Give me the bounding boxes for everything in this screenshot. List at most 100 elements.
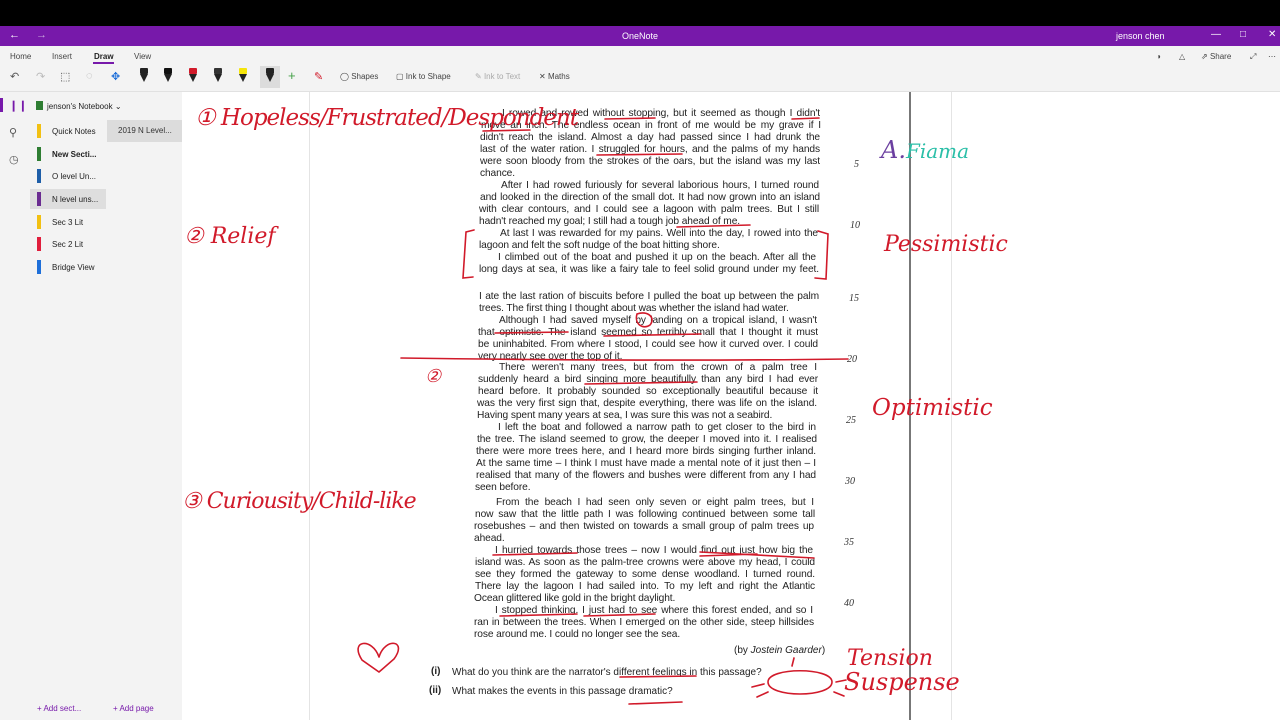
tab-draw[interactable]: Draw xyxy=(94,52,114,61)
tab-home[interactable]: Home xyxy=(10,52,31,61)
left-rail: ❙❙ ⚲ ◷ xyxy=(0,92,30,720)
search-icon[interactable]: ⚲ xyxy=(9,126,17,139)
ink-bracket xyxy=(814,230,829,280)
page-canvas[interactable]: I rowed and rowed without stopping, but … xyxy=(182,92,1280,720)
close-icon[interactable]: ✕ xyxy=(1268,29,1276,40)
section-item[interactable]: Sec 2 Lit xyxy=(30,234,106,254)
ink-sun-ray xyxy=(791,657,795,667)
page-item-selected[interactable]: 2019 N Level... xyxy=(107,120,182,142)
ink-circle xyxy=(635,312,653,328)
notebooks-icon[interactable]: ❙❙ xyxy=(9,99,27,112)
pen-dark[interactable] xyxy=(212,68,224,84)
pen-black[interactable] xyxy=(162,68,174,84)
ink-pessimistic: Pessimistic xyxy=(884,232,1008,257)
navigation-pane: jenson's Notebook ⌄ Quick Notes New Sect… xyxy=(30,92,182,720)
section-label: Sec 3 Lit xyxy=(52,218,84,227)
ink-sun-ray xyxy=(833,691,845,697)
window-title: OneNote xyxy=(621,31,659,41)
ink-to-text-button[interactable]: ✎ Ink to Text xyxy=(475,72,520,81)
ink-underline xyxy=(499,613,578,617)
maximize-icon[interactable]: □ xyxy=(1240,29,1246,40)
section-label: Sec 2 Lit xyxy=(52,240,84,249)
ink-sun-ray xyxy=(751,683,765,688)
redo-icon[interactable]: ↷ xyxy=(36,70,45,83)
ink-underline xyxy=(619,675,697,678)
section-item-selected[interactable]: N level uns... xyxy=(30,189,106,209)
ink-optimistic: Optimistic xyxy=(872,395,993,421)
tab-view[interactable]: View xyxy=(134,52,151,61)
lightbulb-icon[interactable]: ◑ xyxy=(1156,52,1161,61)
add-page-button[interactable]: + Add page xyxy=(113,704,154,713)
user-name[interactable]: jenson chen xyxy=(1116,31,1165,41)
pen-selected[interactable] xyxy=(264,68,276,84)
share-button[interactable]: ⇗ Share xyxy=(1201,52,1231,61)
add-section-button[interactable]: + Add sect... xyxy=(37,704,81,713)
minimize-icon[interactable]: — xyxy=(1211,29,1221,40)
section-color-tab xyxy=(37,192,41,206)
ink-circled-number: ② xyxy=(425,366,442,387)
ink-layer xyxy=(357,117,849,705)
pen-red[interactable] xyxy=(187,68,199,84)
add-space-icon[interactable]: ✥ xyxy=(111,70,120,83)
section-item[interactable]: Quick Notes xyxy=(30,121,106,141)
ink-underline xyxy=(676,224,751,228)
ink-bracket xyxy=(462,229,475,279)
shapes-label: Shapes xyxy=(351,72,379,81)
section-color-tab xyxy=(37,169,41,183)
maths-label: Maths xyxy=(547,72,570,81)
ink-feeling-1: ① Hopeless/Frustrated/Despondent xyxy=(195,105,579,131)
section-item[interactable]: New Secti... xyxy=(30,144,106,164)
ink-underline xyxy=(628,701,683,705)
add-pen-icon[interactable]: + xyxy=(288,68,296,83)
more-icon[interactable]: ⋯ xyxy=(1268,52,1276,61)
section-color-tab xyxy=(37,215,41,229)
ink-to-shape-icon: ▢ xyxy=(396,72,404,81)
ink-to-text-icon: ✎ xyxy=(475,72,482,81)
ink-heart xyxy=(357,642,400,674)
notebook-icon xyxy=(36,101,43,110)
bell-icon[interactable]: △ xyxy=(1179,52,1185,61)
section-color-tab xyxy=(37,147,41,161)
shapes-icon: ◯ xyxy=(340,72,349,81)
ink-underline xyxy=(603,333,702,337)
section-item[interactable]: Sec 3 Lit xyxy=(30,212,106,232)
recent-icon[interactable]: ◷ xyxy=(9,153,19,166)
share-label: Share xyxy=(1209,52,1232,61)
fullscreen-icon[interactable]: ⤢ xyxy=(1250,52,1256,62)
lasso-select-icon[interactable]: ⬚ xyxy=(60,70,70,83)
rail-active-indicator xyxy=(0,98,3,112)
section-label: O level Un... xyxy=(52,172,97,181)
eraser-icon[interactable]: ◌ xyxy=(86,70,93,82)
pen-black-fine[interactable] xyxy=(138,68,150,84)
ink-suspense: Suspense xyxy=(844,668,960,696)
undo-icon[interactable]: ↶ xyxy=(10,70,19,83)
ink-sun-ray xyxy=(756,691,769,698)
ribbon: Home Insert Draw View ◑ △ ⇗ Share ⤢ ⋯ ↶ … xyxy=(0,46,1280,92)
ink-answer-letter: A. xyxy=(881,136,906,164)
section-label: Bridge View xyxy=(52,263,95,272)
maths-button[interactable]: ✕ Maths xyxy=(539,72,570,81)
notebook-name: jenson's Notebook xyxy=(47,102,113,111)
add-page-label: Add page xyxy=(119,704,154,713)
ink-underline xyxy=(604,117,656,120)
highlighter-yellow[interactable] xyxy=(237,68,249,84)
ink-green-word: Fiama xyxy=(905,139,970,163)
ruler-icon[interactable]: ✎ xyxy=(314,70,323,83)
shapes-button[interactable]: ◯ Shapes xyxy=(340,72,378,81)
share-icon: ⇗ xyxy=(1201,52,1208,61)
ink-underline xyxy=(492,552,578,556)
ink-section-line xyxy=(400,357,849,361)
section-item[interactable]: O level Un... xyxy=(30,166,106,186)
ink-feeling-3: ③ Curiousity/Child-like xyxy=(182,489,417,514)
notebook-picker[interactable]: jenson's Notebook ⌄ xyxy=(36,101,122,111)
ink-underline xyxy=(596,153,683,156)
section-label: Quick Notes xyxy=(52,127,96,136)
section-item[interactable]: Bridge View xyxy=(30,257,106,277)
active-tab-indicator xyxy=(93,62,114,64)
ink-to-shape-button[interactable]: ▢ Ink to Shape xyxy=(396,72,451,81)
ink-to-text-label: Ink to Text xyxy=(483,72,521,81)
ink-right-note: A.Fiama xyxy=(881,136,969,164)
section-color-tab xyxy=(37,260,41,274)
tab-insert[interactable]: Insert xyxy=(52,52,72,61)
add-section-label: Add sect... xyxy=(43,704,82,713)
